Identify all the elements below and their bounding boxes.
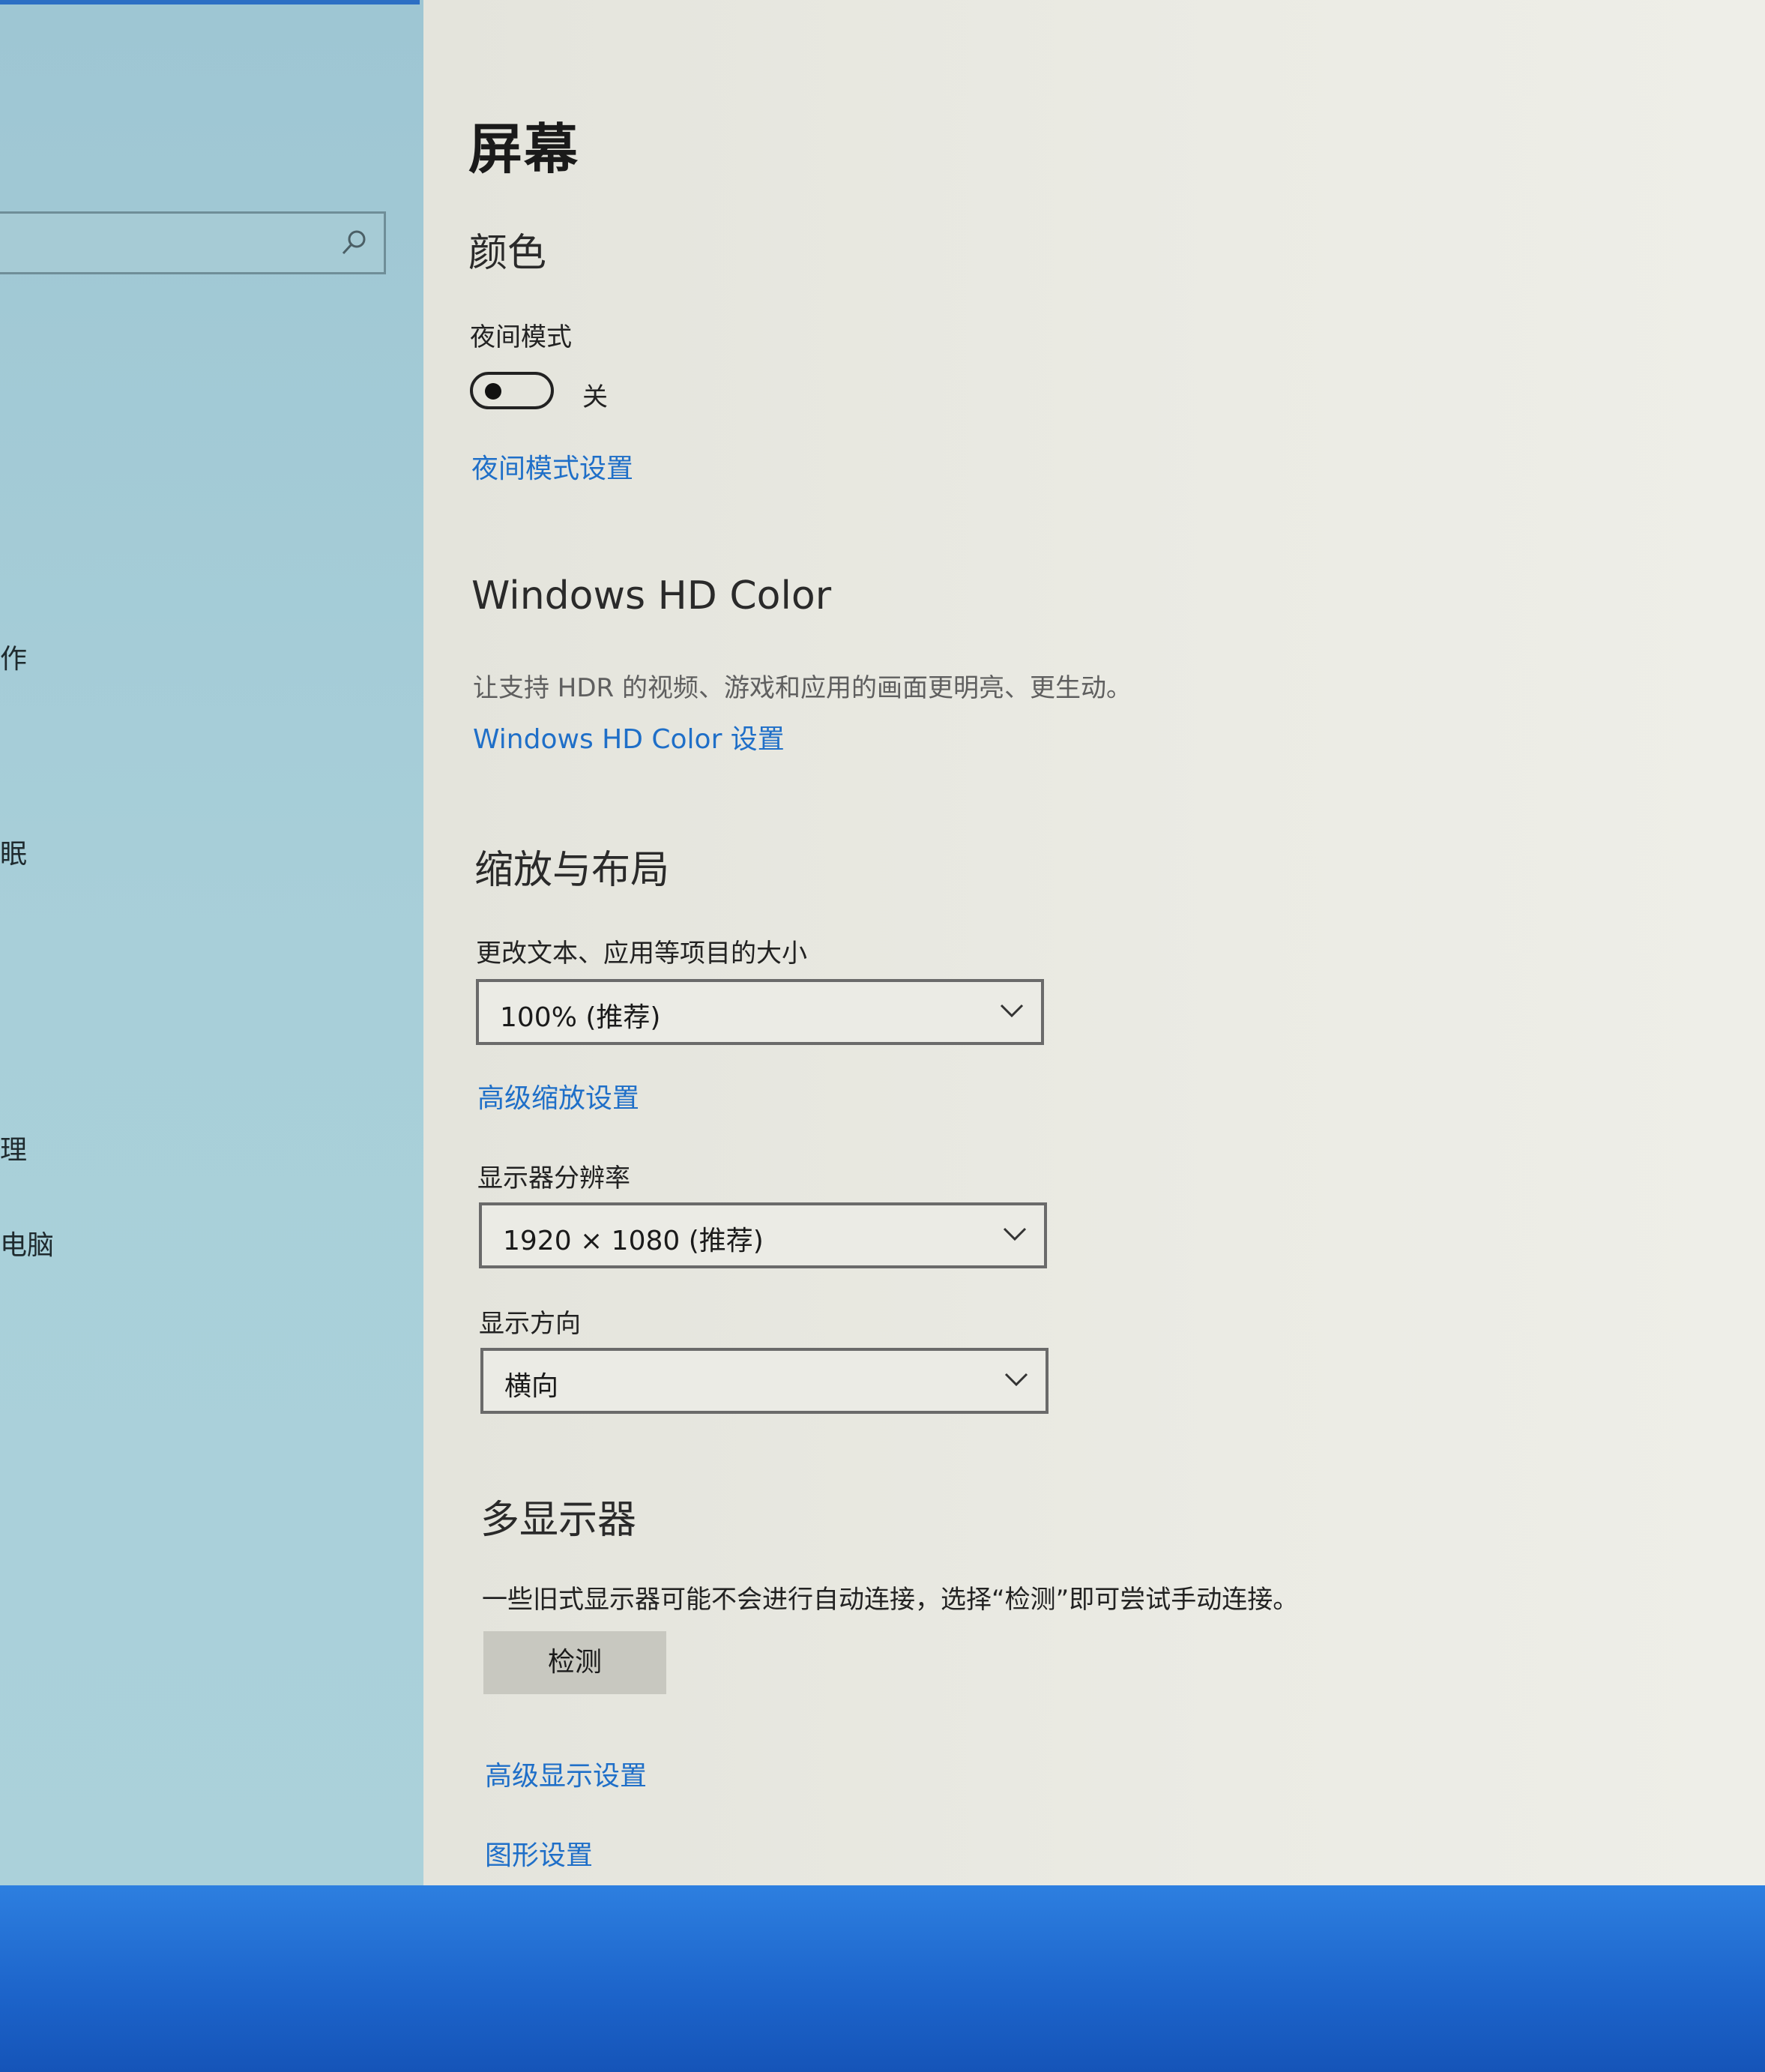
hd-color-settings-link[interactable]: Windows HD Color 设置 <box>473 717 785 756</box>
hd-color-description: 让支持 HDR 的视频、游戏和应用的画面更明亮、更生动。 <box>473 673 1132 703</box>
night-mode-state: 关 <box>582 382 608 412</box>
resolution-label: 显示器分辨率 <box>477 1163 630 1193</box>
chevron-down-icon <box>1003 1227 1027 1241</box>
screen: 作 眠 理 电脑 屏幕 颜色 夜间模式 关 夜间模式设置 Windows HD … <box>0 0 1765 2072</box>
resolution-dropdown[interactable]: 1920 × 1080 (推荐) <box>479 1202 1047 1268</box>
hd-color-heading: Windows HD Color <box>471 573 832 618</box>
advanced-display-settings-link[interactable]: 高级显示设置 <box>485 1754 647 1793</box>
search-input[interactable] <box>0 211 386 274</box>
sidebar-item-partial-3[interactable]: 理 <box>0 1128 27 1167</box>
settings-content: 屏幕 颜色 夜间模式 关 夜间模式设置 Windows HD Color 让支持… <box>423 0 1765 1889</box>
graphics-settings-link[interactable]: 图形设置 <box>485 1834 593 1873</box>
desktop-background <box>0 1885 1765 2072</box>
multi-display-description: 一些旧式显示器可能不会进行自动连接，选择“检测”即可尝试手动连接。 <box>482 1585 1299 1615</box>
scale-dropdown[interactable]: 100% (推荐) <box>476 979 1044 1045</box>
night-mode-settings-link[interactable]: 夜间模式设置 <box>471 447 633 486</box>
sidebar-item-partial-4[interactable]: 电脑 <box>0 1223 54 1262</box>
orientation-dropdown[interactable]: 横向 <box>480 1348 1049 1414</box>
orientation-label: 显示方向 <box>479 1309 581 1339</box>
sidebar-item-partial-1[interactable]: 作 <box>0 637 27 676</box>
window-top-edge <box>0 0 420 4</box>
night-mode-toggle[interactable] <box>470 372 554 409</box>
scale-label: 更改文本、应用等项目的大小 <box>476 939 807 969</box>
resolution-value: 1920 × 1080 (推荐) <box>503 1226 764 1256</box>
chevron-down-icon <box>1000 1004 1024 1018</box>
sidebar-item-partial-2[interactable]: 眠 <box>0 832 27 871</box>
scale-value: 100% (推荐) <box>500 1002 661 1033</box>
multi-display-heading: 多显示器 <box>480 1498 637 1543</box>
page-title: 屏幕 <box>468 118 580 181</box>
search-icon[interactable] <box>337 227 370 260</box>
chevron-down-icon <box>1004 1373 1028 1387</box>
advanced-scaling-link[interactable]: 高级缩放设置 <box>477 1076 639 1115</box>
sidebar: 作 眠 理 电脑 <box>0 0 423 1889</box>
color-heading: 颜色 <box>468 231 547 276</box>
scale-layout-heading: 缩放与布局 <box>474 848 670 893</box>
orientation-value: 横向 <box>504 1371 559 1402</box>
toggle-knob <box>485 383 501 400</box>
detect-button[interactable]: 检测 <box>483 1631 666 1694</box>
night-mode-label: 夜间模式 <box>470 322 572 352</box>
